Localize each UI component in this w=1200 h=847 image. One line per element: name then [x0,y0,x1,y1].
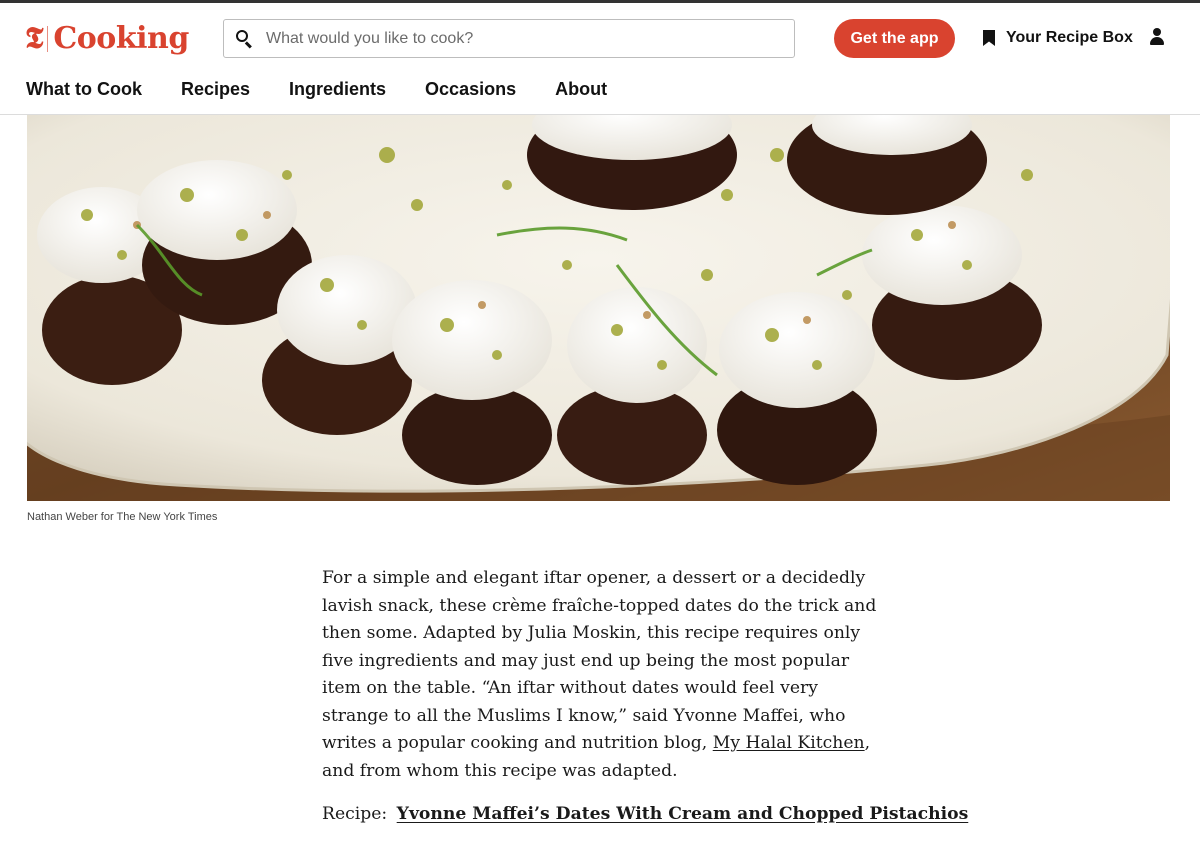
site-header: 𝕿 Cooking Get the app Your Recipe Box Wh… [0,3,1200,115]
logo-divider [47,26,49,52]
photo-credit: Nathan Weber for The New York Times [27,511,218,523]
your-recipe-box-link[interactable]: Your Recipe Box [983,25,1133,51]
search-bar[interactable] [223,19,795,58]
recipe-link[interactable]: Yvonne Maffei’s Dates With Cream and Cho… [397,804,969,824]
main-nav: What to Cook Recipes Ingredients Occasio… [26,79,646,100]
nyt-logo-mark: 𝕿 [25,21,44,56]
search-icon [235,29,255,49]
nav-item-ingredients[interactable]: Ingredients [289,79,386,100]
user-icon[interactable] [1148,27,1166,47]
recipe-prefix: Recipe: [322,804,388,824]
article-intro-text: For a simple and elegant iftar opener, a… [322,568,877,753]
cooking-wordmark: Cooking [53,21,189,56]
nav-item-about[interactable]: About [555,79,607,100]
hero-image-dates-platter [27,115,1170,501]
bookmark-icon [983,30,995,46]
my-halal-kitchen-link[interactable]: My Halal Kitchen [713,733,865,753]
nav-item-recipes[interactable]: Recipes [181,79,250,100]
recipe-box-label: Your Recipe Box [1006,29,1133,46]
get-the-app-button[interactable]: Get the app [834,19,955,58]
recipe-callout: Recipe: Yvonne Maffei’s Dates With Cream… [322,800,968,828]
article-body: For a simple and elegant iftar opener, a… [322,565,882,785]
nyt-cooking-logo[interactable]: 𝕿 Cooking [25,19,189,59]
search-input[interactable] [266,29,786,48]
nav-item-occasions[interactable]: Occasions [425,79,516,100]
nav-item-what-to-cook[interactable]: What to Cook [26,79,142,100]
